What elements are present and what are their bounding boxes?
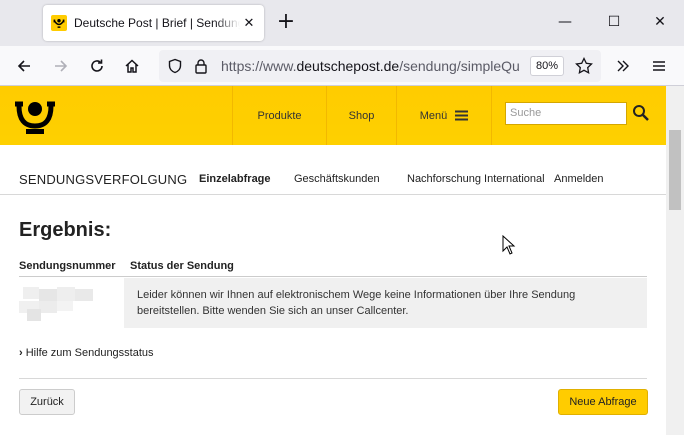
lock-icon[interactable] <box>193 58 209 79</box>
minimize-icon[interactable]: — <box>555 12 575 32</box>
divider <box>19 378 647 379</box>
site-header: Produkte Shop Menü Suche <box>0 86 666 145</box>
subnav-einzelabfrage[interactable]: Einzelabfrage <box>199 173 271 185</box>
subnav-nachforschung-international[interactable]: Nachforschung International <box>407 173 545 185</box>
forward-arrow-icon[interactable] <box>49 54 73 78</box>
subnav-anmelden[interactable]: Anmelden <box>554 173 604 185</box>
overflow-chevron-icon[interactable] <box>611 54 635 78</box>
new-query-button[interactable]: Neue Abfrage <box>558 389 648 415</box>
new-tab-icon[interactable]: + <box>276 11 296 33</box>
tab-close-icon[interactable]: ✕ <box>242 16 256 30</box>
home-icon[interactable] <box>120 54 144 78</box>
column-header-number: Sendungsnummer <box>19 260 116 272</box>
nav-produkte[interactable]: Produkte <box>232 86 326 145</box>
redacted-tracking-number <box>19 285 95 321</box>
help-link-label: Hilfe zum Sendungsstatus <box>25 347 154 359</box>
shield-icon[interactable] <box>167 58 183 79</box>
deutsche-post-logo-icon[interactable] <box>14 96 56 136</box>
sub-navigation: SENDUNGSVERFOLGUNG Einzelabfrage Geschäf… <box>0 145 666 195</box>
result-heading: Ergebnis: <box>19 219 112 241</box>
column-header-status: Status der Sendung <box>130 260 234 272</box>
tab-strip: Deutsche Post | Brief | Sendungsverfolgu… <box>0 0 684 46</box>
maximize-icon[interactable]: ☐ <box>604 12 624 32</box>
browser-tab[interactable]: Deutsche Post | Brief | Sendungsverfolgu… <box>43 5 264 41</box>
bookmark-star-icon[interactable] <box>575 56 593 80</box>
search-icon[interactable] <box>632 104 650 122</box>
tab-title: Deutsche Post | Brief | Sendungsverfolgu… <box>74 16 240 30</box>
close-window-icon[interactable]: ✕ <box>650 12 670 32</box>
status-message: Leider können wir Ihnen auf elektronisch… <box>124 278 647 328</box>
nav-menu-label: Menü <box>419 109 448 122</box>
scrollbar-thumb[interactable] <box>669 130 681 210</box>
zoom-level[interactable]: 80% <box>530 56 564 76</box>
help-link[interactable]: › Hilfe zum Sendungsstatus <box>19 347 154 359</box>
reload-icon[interactable] <box>85 54 109 78</box>
back-arrow-icon[interactable] <box>12 54 36 78</box>
url-text[interactable]: https://www.deutschepost.de/sendung/simp… <box>221 58 526 74</box>
page-scrollbar[interactable] <box>666 86 684 435</box>
nav-shop[interactable]: Shop <box>326 86 396 145</box>
web-page: Produkte Shop Menü Suche SENDUNGSVERFOLG… <box>0 86 666 435</box>
section-title[interactable]: SENDUNGSVERFOLGUNG <box>19 172 187 187</box>
nav-menu[interactable]: Menü <box>396 86 492 145</box>
navigation-toolbar: https://www.deutschepost.de/sendung/simp… <box>0 46 684 86</box>
hamburger-menu-icon[interactable] <box>647 54 671 78</box>
search-input[interactable]: Suche <box>505 102 627 125</box>
table-divider <box>19 276 647 277</box>
chevron-right-icon: › <box>19 347 23 359</box>
menu-icon <box>455 110 469 121</box>
mouse-cursor-icon <box>502 234 516 255</box>
url-bar[interactable]: https://www.deutschepost.de/sendung/simp… <box>159 50 601 82</box>
subnav-geschaeftskunden[interactable]: Geschäftskunden <box>294 173 380 185</box>
deutsche-post-favicon-icon <box>51 15 67 31</box>
back-button[interactable]: Zurück <box>19 389 75 415</box>
